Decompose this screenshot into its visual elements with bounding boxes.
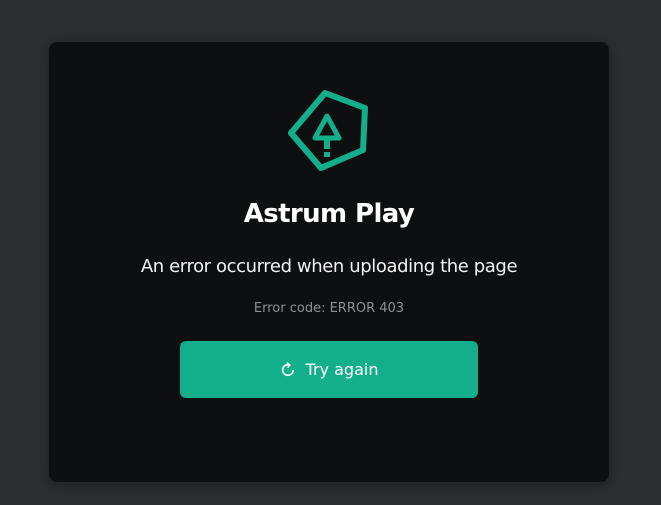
error-card: Astrum Play An error occurred when uploa… <box>49 42 609 482</box>
error-code: Error code: ERROR 403 <box>253 301 405 316</box>
try-again-label: Try again <box>305 360 379 379</box>
error-message: An error occurred when uploading the pag… <box>140 256 518 277</box>
try-again-button[interactable]: Try again <box>180 341 478 398</box>
refresh-icon <box>281 361 294 376</box>
brand-title: Astrum Play <box>243 199 415 229</box>
astrum-logo-icon <box>288 90 368 171</box>
